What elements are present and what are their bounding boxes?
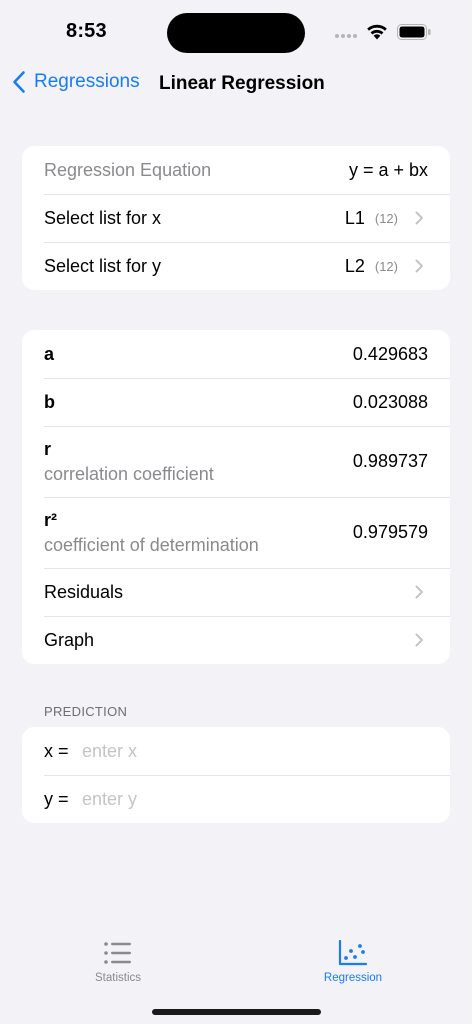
chevron-left-icon [13,71,25,93]
determination-labels: r² coefficient of determination [44,510,259,556]
status-time: 8:53 [66,20,107,42]
page-title: Linear Regression [159,73,325,94]
coefficient-b-row: b 0.023088 [22,378,450,426]
correlation-label: r [44,438,52,459]
predict-y-row: y = [22,775,450,823]
predict-x-label: x = [44,740,69,761]
correlation-value: 0.989737 [352,451,428,471]
wifi-icon [367,24,387,40]
graph-label: Graph [44,629,95,650]
predict-x-input[interactable] [82,740,382,762]
select-y-row[interactable]: Select list for y L2 (12) [22,242,450,290]
tab-regression-label: Regression [323,972,383,984]
coefficient-a-row: a 0.429683 [22,330,450,378]
correlation-sublabel: correlation coefficient [44,463,214,484]
determination-row: r² coefficient of determination 0.979579 [22,497,450,568]
graph-row[interactable]: Graph [22,616,450,664]
equation-label: Regression Equation [44,159,212,180]
coefficient-b-label: b [44,391,55,412]
select-y-label: Select list for y [44,255,162,276]
tab-regression[interactable]: Regression [293,940,413,984]
equation-row: Regression Equation y = a + bx [22,146,450,194]
correlation-row: r correlation coefficient 0.989737 [22,426,450,497]
x-list-name: L1 [344,207,365,228]
back-button[interactable]: Regressions [12,70,140,94]
cellular-signal-icon [335,34,357,38]
scatter-icon [338,940,368,966]
predict-x-row: x = [22,727,450,775]
status-bar: 8:53 [0,0,472,62]
correlation-labels: r correlation coefficient [44,439,214,485]
coefficient-b-value: 0.023088 [352,391,428,412]
predict-y-input[interactable] [82,788,382,810]
prediction-section-header: PREDICTION [44,704,128,719]
coefficient-a-label: a [44,343,55,364]
residuals-row[interactable]: Residuals [22,568,450,616]
dynamic-island [167,13,305,53]
coefficient-a-value: 0.429683 [352,343,428,364]
select-x-value: L1 (12) [345,208,428,229]
select-y-value: L2 (12) [345,256,428,277]
chevron-right-icon [415,585,423,599]
tab-statistics-label: Statistics [94,972,141,984]
determination-value: 0.979579 [352,522,428,542]
equation-value: y = a + bx [348,159,428,180]
y-list-name: L2 [344,255,365,276]
setup-card: Regression Equation y = a + bx Select li… [22,146,450,290]
tab-statistics[interactable]: Statistics [58,940,178,984]
select-x-row[interactable]: Select list for x L1 (12) [22,194,450,242]
determination-sublabel: coefficient of determination [44,534,259,555]
list-icon [104,942,131,964]
screen: 8:53 Regressions Linear Regression Regre… [0,0,472,1024]
predict-y-label: y = [44,788,69,809]
battery-icon [397,24,431,40]
chevron-right-icon [415,633,423,647]
x-list-count: (12) [374,210,398,226]
chevron-right-icon [415,259,423,273]
back-label: Regressions [34,71,140,92]
home-indicator[interactable] [152,1009,321,1015]
y-list-count: (12) [374,258,398,274]
navigation-bar: Regressions Linear Regression [0,62,472,106]
select-x-label: Select list for x [44,207,162,228]
results-card: a 0.429683 b 0.023088 r correlation coef… [22,330,450,664]
chevron-right-icon [415,211,423,225]
residuals-label: Residuals [44,581,124,602]
prediction-card: x = y = [22,727,450,823]
determination-label: r² [44,509,57,530]
